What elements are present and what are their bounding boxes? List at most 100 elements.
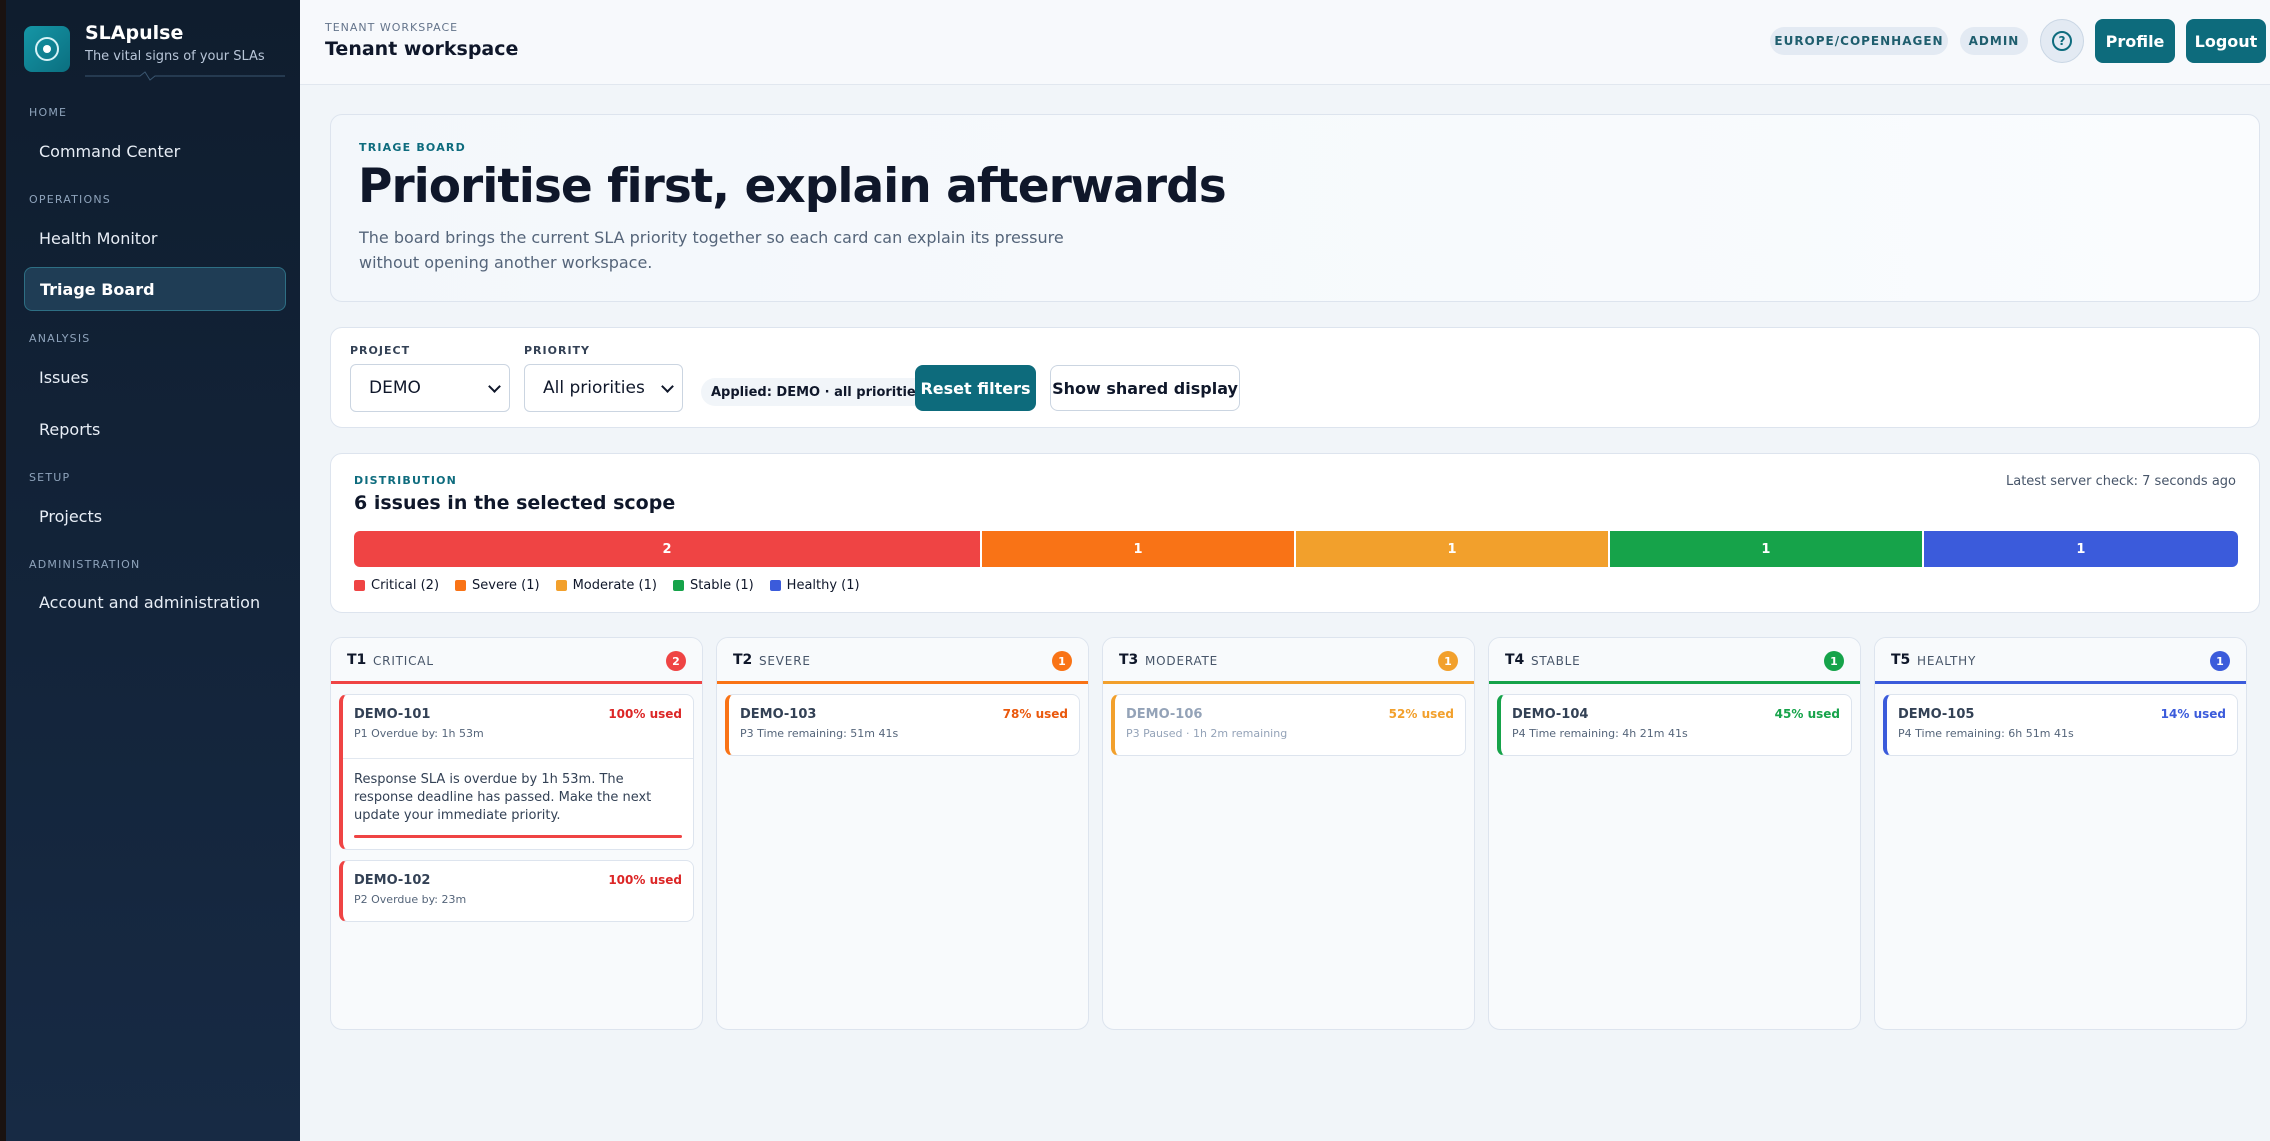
issue-meta: P2 Overdue by: 23m — [354, 893, 467, 906]
show-shared-display-button[interactable]: Show shared display — [1050, 365, 1240, 411]
legend-label: Healthy (1) — [786, 578, 860, 593]
issue-card[interactable]: DEMO-104 45% used P4 Time remaining: 4h 21… — [1497, 694, 1852, 756]
issue-card[interactable]: DEMO-106 52% used P3 Paused · 1h 2m remain… — [1111, 694, 1466, 756]
issue-card[interactable]: DEMO-102 100% used P2 Overdue by: 23m — [339, 860, 694, 922]
issue-meta: P4 Time remaining: 4h 21m 41s — [1512, 727, 1688, 740]
issue-divider — [343, 758, 693, 759]
issue-progress-bar — [354, 835, 682, 838]
column-count-badge: 1 — [1438, 651, 1458, 671]
profile-button[interactable]: Profile — [2095, 19, 2175, 63]
logout-button[interactable]: Logout — [2186, 19, 2266, 63]
role-badge: ADMIN — [1960, 27, 2028, 55]
column-count-badge: 1 — [2210, 651, 2230, 671]
sidebar-item-reports[interactable]: Reports — [24, 407, 286, 451]
server-check-status: Latest server check: 7 seconds ago — [2005, 474, 2236, 489]
issue-used-percent: 100% used — [608, 873, 682, 887]
triage-column-healthy: T5 HEALTHY 1 DEMO-105 14% used P4 Time remain… — [1874, 637, 2247, 1030]
distribution-bar: 21111 — [354, 531, 2238, 567]
column-code: T2 — [733, 652, 753, 668]
column-name: MODERATE — [1145, 654, 1219, 668]
distribution-segment[interactable]: 1 — [1923, 531, 2238, 567]
hero-eyebrow: TRIAGE BOARD — [359, 141, 466, 154]
legend-item: Healthy (1) — [769, 578, 860, 593]
column-header: T1 CRITICAL 2 — [331, 638, 702, 684]
legend-swatch — [555, 580, 567, 591]
triage-column-stable: T4 STABLE 1 DEMO-104 45% used P4 Time remaini… — [1488, 637, 1861, 1030]
sidebar: SLApulse The vital signs of your SLAs HO… — [0, 0, 300, 1141]
column-header: T4 STABLE 1 — [1489, 638, 1860, 684]
issue-meta: P3 Paused · 1h 2m remaining — [1126, 727, 1288, 740]
pulse-line-icon — [85, 71, 285, 81]
nav-section-setup: SETUP — [29, 471, 71, 484]
column-header: T5 HEALTHY 1 — [1875, 638, 2246, 684]
issue-card[interactable]: DEMO-103 78% used P3 Time remaining: 51m 4… — [725, 694, 1080, 756]
nav-section-analysis: ANALYSIS — [29, 332, 91, 345]
legend-swatch — [354, 580, 365, 591]
nav-section-operations: OPERATIONS — [29, 193, 111, 206]
filter-bar: PROJECT DEMO PRIORITY All priorities App… — [330, 327, 2260, 428]
sidebar-item-account-administration[interactable]: Account and administration — [24, 580, 286, 624]
column-name: HEALTHY — [1917, 654, 1977, 668]
issue-progress-fill — [354, 835, 682, 838]
legend-label: Stable (1) — [689, 578, 754, 593]
help-button[interactable]: ? — [2040, 19, 2084, 63]
column-code: T4 — [1505, 652, 1525, 668]
sidebar-item-projects[interactable]: Projects — [24, 494, 286, 538]
sidebar-item-triage-board[interactable]: Triage Board — [24, 267, 286, 311]
issue-meta: P1 Overdue by: 1h 53m — [354, 727, 484, 740]
nav-section-home: HOME — [29, 106, 68, 119]
issue-key: DEMO-105 — [1898, 707, 1975, 722]
legend-label: Critical (2) — [371, 578, 440, 593]
issue-card[interactable]: DEMO-105 14% used P4 Time remaining: 6h 51… — [1883, 694, 2238, 756]
timezone-badge: EUROPE/COPENHAGEN — [1770, 27, 1948, 55]
issue-key: DEMO-102 — [354, 873, 431, 888]
app-name: SLApulse — [85, 22, 184, 44]
issue-used-percent: 100% used — [608, 707, 682, 721]
page-title: Prioritise first, explain afterwards — [358, 159, 1227, 214]
chevron-down-icon — [661, 380, 674, 393]
distribution-legend: Critical (2) Severe (1) Moderate (1) Stable… — [354, 578, 876, 593]
brand[interactable]: SLApulse The vital signs of your SLAs — [24, 22, 292, 81]
column-code: T5 — [1891, 652, 1911, 668]
issue-meta: P3 Time remaining: 51m 41s — [740, 727, 899, 740]
column-name: STABLE — [1531, 654, 1581, 668]
issue-used-percent: 14% used — [2160, 707, 2226, 721]
top-bar: TENANT WORKSPACE Tenant workspace EUROPE… — [300, 0, 2270, 85]
triage-column-moderate: T3 MODERATE 1 DEMO-106 52% used P3 Paused · 1… — [1102, 637, 1475, 1030]
distribution-segment[interactable]: 1 — [1295, 531, 1610, 567]
column-header: T2 SEVERE 1 — [717, 638, 1088, 684]
priority-select[interactable]: All priorities — [524, 364, 683, 412]
legend-swatch — [672, 580, 684, 591]
sidebar-item-health-monitor[interactable]: Health Monitor — [24, 216, 286, 260]
column-count-badge: 1 — [1052, 651, 1072, 671]
legend-item: Stable (1) — [672, 578, 754, 593]
issue-used-percent: 45% used — [1774, 707, 1840, 721]
sidebar-item-issues[interactable]: Issues — [24, 355, 286, 399]
priority-select-value: All priorities — [543, 378, 645, 398]
sidebar-item-command-center[interactable]: Command Center — [24, 129, 286, 173]
reset-filters-button[interactable]: Reset filters — [915, 365, 1036, 411]
distribution-segment[interactable]: 1 — [981, 531, 1296, 567]
workspace-eyebrow: TENANT WORKSPACE — [325, 21, 459, 34]
issue-key: DEMO-106 — [1126, 707, 1203, 722]
issue-used-percent: 78% used — [1002, 707, 1068, 721]
distribution-segment[interactable]: 1 — [1609, 531, 1924, 567]
project-select-value: DEMO — [369, 378, 421, 398]
priority-filter-label: PRIORITY — [524, 344, 591, 357]
hero-panel: TRIAGE BOARD Prioritise first, explain a… — [330, 114, 2260, 302]
legend-label: Moderate (1) — [572, 578, 657, 593]
column-name: SEVERE — [759, 654, 811, 668]
distribution-eyebrow: DISTRIBUTION — [354, 474, 458, 487]
applied-filters-badge: Applied: DEMO · all priorities — [701, 378, 934, 406]
legend-swatch — [455, 580, 467, 591]
distribution-segment[interactable]: 2 — [354, 531, 982, 567]
project-select[interactable]: DEMO — [350, 364, 510, 412]
chevron-down-icon — [488, 380, 501, 393]
triage-column-critical: T1 CRITICAL 2 DEMO-101 100% used P1 Overdue b… — [330, 637, 703, 1030]
column-count-badge: 2 — [666, 651, 686, 671]
issue-card[interactable]: DEMO-101 100% used P1 Overdue by: 1h 53m Re… — [339, 694, 694, 850]
pulse-logo-icon — [24, 26, 70, 72]
legend-label: Severe (1) — [472, 578, 540, 593]
issue-key: DEMO-101 — [354, 707, 431, 722]
app-tagline: The vital signs of your SLAs — [85, 49, 265, 64]
